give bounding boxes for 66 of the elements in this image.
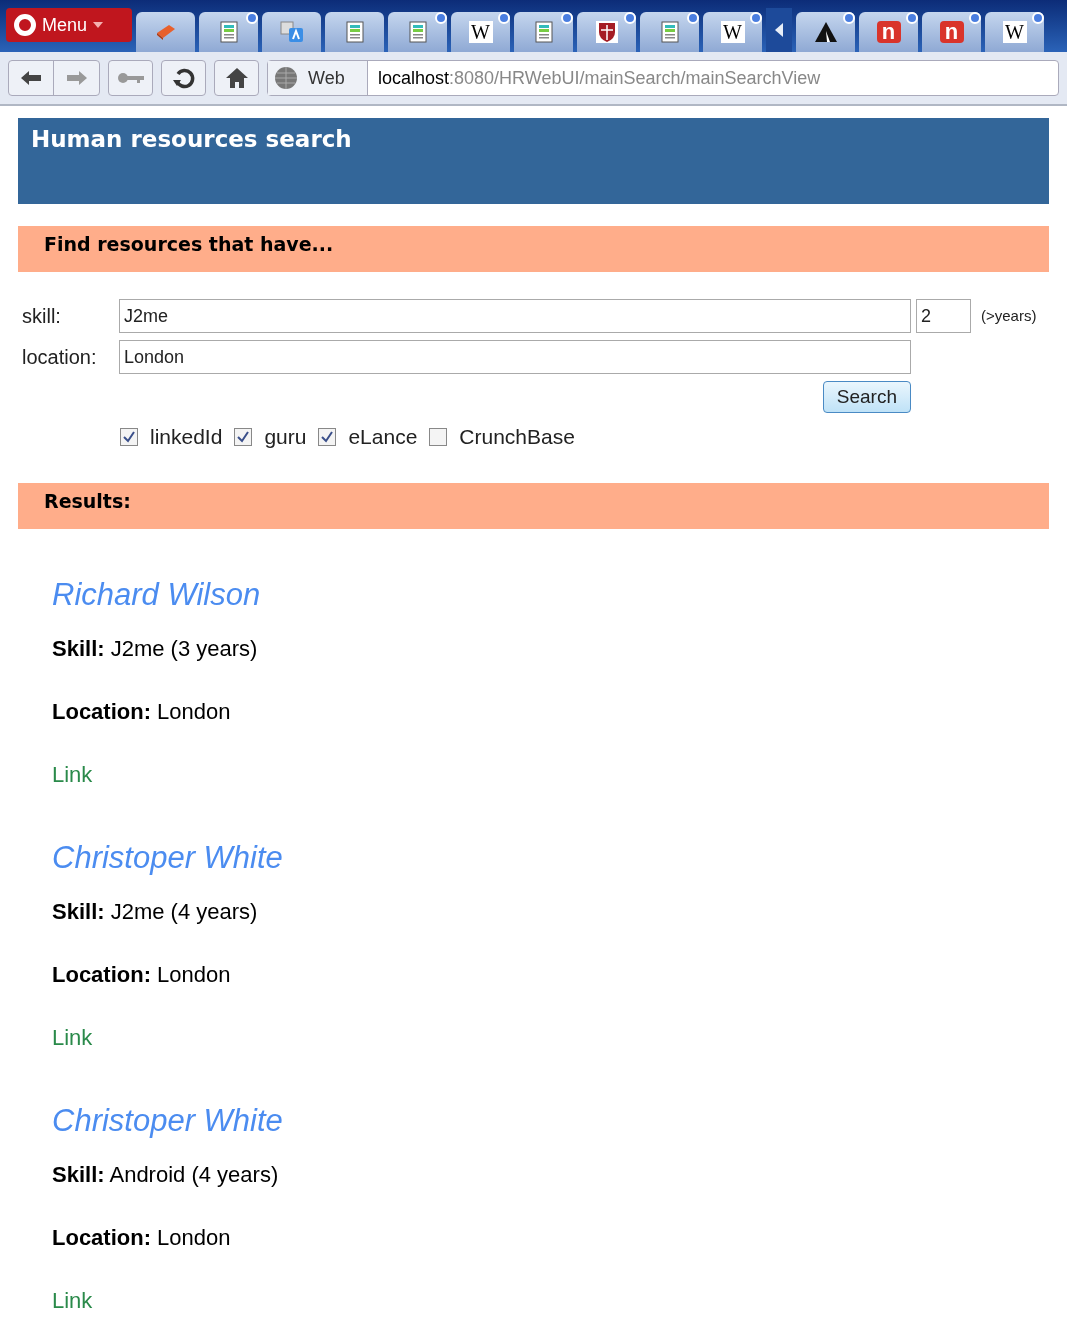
browser-tab[interactable]: n bbox=[922, 12, 981, 52]
browser-tab[interactable] bbox=[796, 12, 855, 52]
wiki-icon: W bbox=[720, 21, 745, 43]
location-text: Location: London bbox=[52, 960, 231, 989]
check-icon bbox=[321, 430, 334, 443]
check-icon bbox=[237, 430, 250, 443]
browser-tab[interactable] bbox=[577, 12, 636, 52]
skill-label: skill: bbox=[22, 304, 62, 329]
result-name: Christoper White bbox=[52, 1101, 283, 1140]
n-logo-icon: n bbox=[939, 21, 964, 43]
n-logo-icon: n bbox=[876, 21, 901, 43]
search-button[interactable]: Search bbox=[822, 381, 911, 413]
location-field[interactable]: London bbox=[119, 340, 911, 374]
section-heading: Results: bbox=[44, 489, 131, 512]
years-field[interactable]: 2 bbox=[916, 299, 971, 333]
home-button[interactable] bbox=[214, 60, 259, 96]
page-icon bbox=[345, 21, 364, 43]
page-icon bbox=[408, 21, 427, 43]
result-link[interactable]: Link bbox=[52, 1017, 93, 1093]
location-label: location: bbox=[22, 345, 98, 370]
checkbox[interactable] bbox=[234, 427, 253, 446]
years-hint: (>years) bbox=[981, 305, 1038, 326]
checkbox-label: CrunchBase bbox=[459, 424, 575, 450]
page-icon bbox=[534, 21, 553, 43]
browser-tab[interactable]: W bbox=[451, 12, 510, 52]
back-arrow-icon bbox=[20, 70, 42, 86]
checkbox-label: eLance bbox=[348, 424, 418, 450]
skill-text: Skill: J2me (3 years) bbox=[52, 634, 258, 663]
opera-logo-icon bbox=[14, 14, 36, 36]
result-link[interactable]: Link bbox=[52, 1280, 93, 1332]
skill-field[interactable]: J2me bbox=[119, 299, 911, 333]
wiki-icon: W bbox=[1002, 21, 1027, 43]
book-icon bbox=[154, 23, 177, 41]
shield-icon bbox=[595, 21, 618, 43]
collapse-arrow-icon[interactable] bbox=[774, 22, 784, 38]
result-name: Christoper White bbox=[52, 838, 283, 877]
key-icon bbox=[116, 72, 145, 84]
reload-button[interactable] bbox=[161, 60, 206, 96]
menu-button[interactable]: Menu bbox=[6, 8, 132, 42]
checkbox-label: linkedId bbox=[150, 424, 223, 450]
forward-arrow-icon bbox=[65, 70, 88, 86]
skill-text: Skill: J2me (4 years) bbox=[52, 897, 258, 926]
location-text: Location: London bbox=[52, 1223, 231, 1252]
reload-icon bbox=[171, 66, 196, 90]
triangle-logo-icon bbox=[813, 21, 838, 43]
wiki-icon: W bbox=[468, 21, 493, 43]
result-link[interactable]: Link bbox=[52, 754, 93, 830]
checkbox-label: guru bbox=[264, 424, 307, 450]
check-icon bbox=[123, 430, 135, 443]
checkbox[interactable] bbox=[120, 427, 138, 446]
home-icon bbox=[224, 67, 249, 89]
translate-icon bbox=[279, 21, 304, 43]
checkbox[interactable] bbox=[429, 427, 448, 446]
skill-text: Skill: Android (4 years) bbox=[52, 1160, 279, 1189]
browser-tab[interactable]: n bbox=[859, 12, 918, 52]
browser-tab[interactable]: W bbox=[985, 12, 1044, 52]
result-name: Richard Wilson bbox=[52, 575, 261, 614]
browser-tab[interactable]: W bbox=[703, 12, 762, 52]
caret-icon bbox=[93, 22, 104, 28]
location-text: Location: London bbox=[52, 697, 231, 726]
section-heading: Find resources that have... bbox=[44, 233, 334, 255]
checkbox[interactable] bbox=[318, 427, 337, 446]
page-icon bbox=[660, 21, 679, 43]
page-icon bbox=[219, 21, 238, 43]
key-button[interactable] bbox=[108, 60, 153, 96]
page-title: Human resources search bbox=[31, 125, 352, 154]
